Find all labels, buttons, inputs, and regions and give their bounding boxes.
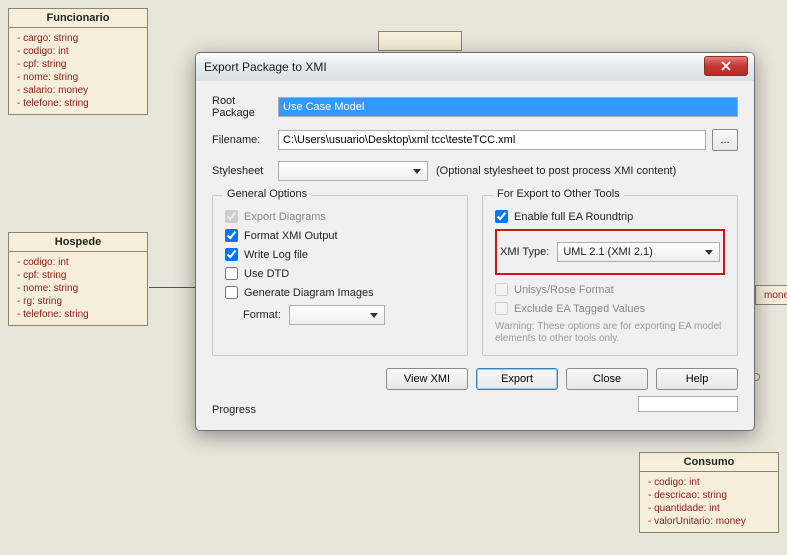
browse-button[interactable]: ... xyxy=(712,129,738,151)
format-combo[interactable] xyxy=(289,305,385,325)
class-attribute: codigo: int xyxy=(17,45,139,58)
root-package-input[interactable] xyxy=(278,97,738,117)
class-attribute: nome: string xyxy=(17,71,139,84)
class-attributes: codigo: intdescricao: stringquantidade: … xyxy=(640,472,778,532)
format-label: Format: xyxy=(243,309,281,321)
generate-images-checkbox[interactable]: Generate Diagram Images xyxy=(225,286,455,299)
class-attribute: descricao: string xyxy=(648,489,770,502)
general-options-group: General Options Export Diagrams Format X… xyxy=(212,195,468,356)
root-package-label: Root Package xyxy=(212,95,278,119)
stylesheet-note: (Optional stylesheet to post process XMI… xyxy=(436,165,676,177)
group-legend: General Options xyxy=(223,188,311,200)
help-button[interactable]: Help xyxy=(656,368,738,390)
export-warning: Warning: These options are for exporting… xyxy=(495,321,725,345)
uml-class-funcionario: Funcionario cargo: stringcodigo: intcpf:… xyxy=(8,8,148,115)
xmi-type-highlight: XMI Type: UML 2.1 (XMI 2.1) xyxy=(495,229,725,275)
class-title: Funcionario xyxy=(9,9,147,28)
close-dialog-button[interactable]: Close xyxy=(566,368,648,390)
filename-input[interactable] xyxy=(278,130,706,150)
class-attribute: cargo: string xyxy=(17,32,139,45)
use-dtd-checkbox[interactable]: Use DTD xyxy=(225,267,455,280)
write-log-checkbox[interactable]: Write Log file xyxy=(225,248,455,261)
class-attribute: rg: string xyxy=(17,295,139,308)
titlebar[interactable]: Export Package to XMI xyxy=(196,53,754,81)
filename-label: Filename: xyxy=(212,134,278,146)
xmi-type-combo[interactable]: UML 2.1 (XMI 2.1) xyxy=(557,242,720,262)
unisys-checkbox: Unisys/Rose Format xyxy=(495,283,725,296)
uml-class-fragment: money xyxy=(755,285,787,305)
enable-roundtrip-checkbox[interactable]: Enable full EA Roundtrip xyxy=(495,210,725,223)
export-xmi-dialog: Export Package to XMI Root Package Filen… xyxy=(195,52,755,431)
export-button[interactable]: Export xyxy=(476,368,558,390)
class-attribute: nome: string xyxy=(17,282,139,295)
class-attribute: telefone: string xyxy=(17,308,139,321)
class-attributes: cargo: stringcodigo: intcpf: stringnome:… xyxy=(9,28,147,114)
exclude-tagged-checkbox: Exclude EA Tagged Values xyxy=(495,302,725,315)
close-button[interactable] xyxy=(704,56,748,76)
class-attribute: salario: money xyxy=(17,84,139,97)
uml-class-fragment-top xyxy=(378,31,462,51)
connector-line xyxy=(149,287,197,288)
class-attribute: cpf: string xyxy=(17,269,139,282)
uml-class-hospede: Hospede codigo: intcpf: stringnome: stri… xyxy=(8,232,148,326)
class-title: Consumo xyxy=(640,453,778,472)
xmi-type-label: XMI Type: xyxy=(500,246,549,258)
format-xmi-checkbox[interactable]: Format XMI Output xyxy=(225,229,455,242)
class-attribute: cpf: string xyxy=(17,58,139,71)
class-attribute: codigo: int xyxy=(648,476,770,489)
class-attribute: quantidade: int xyxy=(648,502,770,515)
progress-label: Progress xyxy=(212,404,256,416)
class-attribute: codigo: int xyxy=(17,256,139,269)
view-xmi-button[interactable]: View XMI xyxy=(386,368,468,390)
stylesheet-combo[interactable] xyxy=(278,161,428,181)
progress-bar xyxy=(638,396,738,412)
dialog-title: Export Package to XMI xyxy=(204,60,327,74)
class-title: Hospede xyxy=(9,233,147,252)
class-attribute: valorUnitario: money xyxy=(648,515,770,528)
group-legend: For Export to Other Tools xyxy=(493,188,624,200)
export-other-tools-group: For Export to Other Tools Enable full EA… xyxy=(482,195,738,356)
class-attributes: codigo: intcpf: stringnome: stringrg: st… xyxy=(9,252,147,325)
uml-class-consumo: Consumo codigo: intdescricao: stringquan… xyxy=(639,452,779,533)
close-icon xyxy=(721,61,731,71)
class-attribute: telefone: string xyxy=(17,97,139,110)
export-diagrams-checkbox: Export Diagrams xyxy=(225,210,455,223)
stylesheet-label: Stylesheet xyxy=(212,165,278,177)
